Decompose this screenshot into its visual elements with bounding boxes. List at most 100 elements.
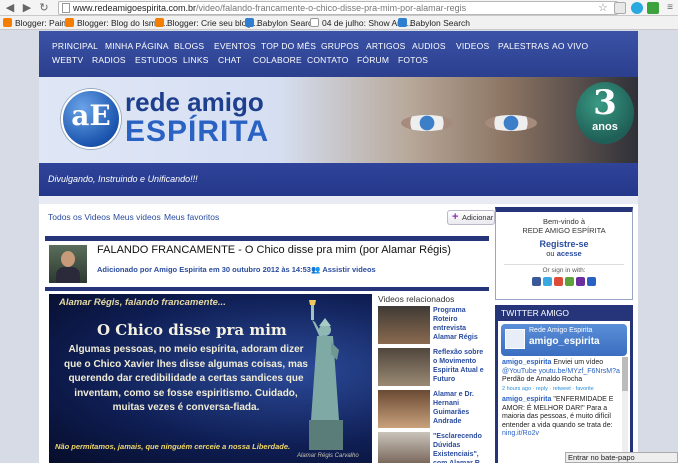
bookmark-item[interactable]: Babylon Search	[398, 18, 470, 28]
related-video-thumbnail[interactable]	[378, 432, 430, 463]
twitter-profile-header[interactable]: Rede Amigo Espirita amigo_espirita	[501, 324, 627, 356]
browser-toolbar: ◀ ▶ ↻ www.redeamigoespirita.com.br/video…	[0, 0, 678, 16]
nav-radios[interactable]: RADIOS	[92, 55, 126, 65]
tweet-link[interactable]: ning.it/Ro2v	[502, 430, 539, 437]
nav-palestras[interactable]: PALESTRAS	[498, 41, 549, 51]
yahoo-icon[interactable]	[576, 277, 585, 286]
related-video-item[interactable]: Programa Roteiro entrevista Alamar Régis	[378, 306, 489, 344]
logo-letters: aE	[71, 99, 111, 132]
bookmark-item[interactable]: Babylon Search	[245, 18, 317, 28]
social-login-icons	[496, 277, 632, 289]
site-banner[interactable]: aE rede amigo ESPÍRITA 3 anos	[39, 77, 638, 163]
babylon-icon	[245, 18, 254, 27]
back-icon[interactable]: ◀	[3, 1, 17, 15]
related-video-thumbnail[interactable]	[378, 390, 430, 428]
related-video-title[interactable]: Programa Roteiro entrevista Alamar Régis	[433, 306, 489, 342]
bookmark-item[interactable]: Blogger: Blog do Isma...	[65, 18, 168, 28]
plus-icon: +	[452, 211, 459, 223]
skype-icon[interactable]	[631, 2, 643, 14]
related-video-item[interactable]: Reflexão sobre o Movimento Espirita Atua…	[378, 348, 489, 386]
or-access-line: ou acesse	[496, 249, 632, 258]
tagline-bar: Divulgando, Instruindo e Unificando!!!	[39, 163, 638, 196]
logo-text-line1: rede amigo	[125, 87, 264, 117]
access-link[interactable]: acesse	[557, 249, 582, 258]
related-video-thumbnail[interactable]	[378, 306, 430, 344]
logo-text-line2: ESPÍRITA	[125, 115, 270, 148]
forward-icon[interactable]: ▶	[20, 1, 34, 15]
reload-icon[interactable]: ↻	[37, 1, 51, 15]
register-link[interactable]: Registre-se	[496, 239, 632, 249]
video-header: FALANDO FRANCAMENTE - O Chico disse pra …	[45, 241, 489, 287]
video-title: FALANDO FRANCAMENTE - O Chico disse pra …	[97, 244, 451, 256]
aol-icon[interactable]	[587, 277, 596, 286]
related-videos-title: Videos relacionados	[378, 294, 455, 304]
twitter-display-name: Rede Amigo Espirita	[529, 327, 593, 334]
nav-minha-pagina[interactable]: MINHA PÁGINA	[105, 41, 169, 51]
nav-contato[interactable]: CONTATO	[307, 55, 349, 65]
tweet-link[interactable]: youtu.be/MYzf_F6NrsM?a	[539, 368, 620, 375]
nav-blogs[interactable]: BLOGS	[174, 41, 204, 51]
chat-bar[interactable]: Entrar no bate-papo	[565, 452, 678, 463]
scrollbar-thumb[interactable]	[622, 357, 628, 391]
related-video-item[interactable]: Alamar e Dr. Hernani Guimarães Andrade	[378, 390, 489, 428]
extension-green-icon[interactable]	[647, 2, 659, 14]
twitter-handle: amigo_espirita	[529, 336, 600, 347]
twitter-widget-title: TWITTER AMIGO	[501, 308, 569, 318]
nav-audios[interactable]: AUDIOS	[412, 41, 446, 51]
windows-icon[interactable]	[565, 277, 574, 286]
twitter-icon[interactable]	[543, 277, 552, 286]
nav-artigos[interactable]: ARTIGOS	[366, 41, 406, 51]
video-player[interactable]: Alamar Régis, falando francamente... O C…	[49, 294, 372, 463]
nav-top-do-mes[interactable]: TOP DO MÊS	[261, 41, 316, 51]
welcome-site-name: REDE AMIGO ESPÍRITA	[522, 226, 606, 235]
nav-forum[interactable]: FÓRUM	[357, 55, 389, 65]
bookmark-star-icon[interactable]: ☆	[598, 1, 608, 14]
url-path: /video/falando-francamente-o-chico-disse…	[196, 3, 467, 13]
nav-fotos[interactable]: FOTOS	[398, 55, 428, 65]
author-avatar[interactable]	[49, 245, 87, 283]
watch-videos-link[interactable]: 👥 Assistir videos	[311, 265, 376, 274]
nav-eventos[interactable]: EVENTOS	[214, 41, 256, 51]
tab-all-videos[interactable]: Todos os Videos	[48, 212, 110, 222]
twitter-avatar	[505, 329, 525, 349]
anniversary-number: 3	[593, 83, 617, 123]
tweet-actions[interactable]: 2 hours ago · reply · retweet · favorite	[502, 385, 622, 394]
related-video-title[interactable]: Reflexão sobre o Movimento Espirita Atua…	[433, 348, 489, 384]
menu-icon[interactable]: ≡	[663, 1, 677, 15]
signin-label: Or sign in with:	[542, 267, 586, 274]
tweet-user[interactable]: amigo_espirita	[502, 359, 551, 366]
page-icon	[310, 18, 319, 27]
nav-principal[interactable]: PRINCIPAL	[52, 41, 98, 51]
bookmarks-bar: Blogger: Painel Blogger: Blog do Isma...…	[0, 16, 678, 30]
frame-caption: Alamar Régis, falando francamente...	[59, 297, 226, 308]
nav-chat[interactable]: CHAT	[218, 55, 241, 65]
banner-eye-left	[401, 115, 453, 131]
tweet-mention[interactable]: @YouTube	[502, 368, 537, 375]
video-meta[interactable]: Adicionado por Amigo Espirita em 30 outu…	[97, 265, 311, 274]
related-video-title[interactable]: "Esclarecendo Dúvidas Existenciais", com…	[433, 432, 489, 463]
nav-grupos[interactable]: GRUPOS	[321, 41, 359, 51]
address-bar[interactable]: www.redeamigoespirita.com.br/video/falan…	[58, 1, 618, 15]
twitter-feed: amigo_espirita Enviei um vídeo @YouTube …	[502, 359, 622, 439]
related-video-item[interactable]: "Esclarecendo Dúvidas Existenciais", com…	[378, 432, 489, 463]
tweet-text: Perdão de Arnaldo Rocha	[502, 376, 583, 383]
related-video-title[interactable]: Alamar e Dr. Hernani Guimarães Andrade	[433, 390, 489, 426]
google-icon[interactable]	[554, 277, 563, 286]
nav-webtv[interactable]: WEBTV	[52, 55, 83, 65]
nav-estudos[interactable]: ESTUDOS	[135, 55, 178, 65]
tweet-user[interactable]: amigo_espirita	[502, 396, 551, 403]
nav-colabore[interactable]: COLABORE	[253, 55, 302, 65]
related-video-thumbnail[interactable]	[378, 348, 430, 386]
nav-links[interactable]: LINKS	[183, 55, 209, 65]
add-video-button[interactable]: + Adicionar	[447, 210, 495, 225]
tab-favorite-videos[interactable]: Meus favoritos	[164, 212, 219, 222]
extension-icon[interactable]	[614, 2, 626, 14]
twitter-widget: TWITTER AMIGO Rede Amigo Espirita amigo_…	[495, 305, 633, 463]
main-navigation: PRINCIPAL MINHA PÁGINA BLOGS EVENTOS TOP…	[39, 31, 638, 77]
tab-my-videos[interactable]: Meus videos	[113, 212, 161, 222]
bookmark-item[interactable]: Blogger: Painel	[3, 18, 73, 28]
nav-ao-vivo[interactable]: AO VIVO	[552, 41, 588, 51]
nav-videos[interactable]: VIDEOS	[456, 41, 489, 51]
facebook-icon[interactable]	[532, 277, 541, 286]
twitter-scrollbar[interactable]	[622, 357, 628, 461]
